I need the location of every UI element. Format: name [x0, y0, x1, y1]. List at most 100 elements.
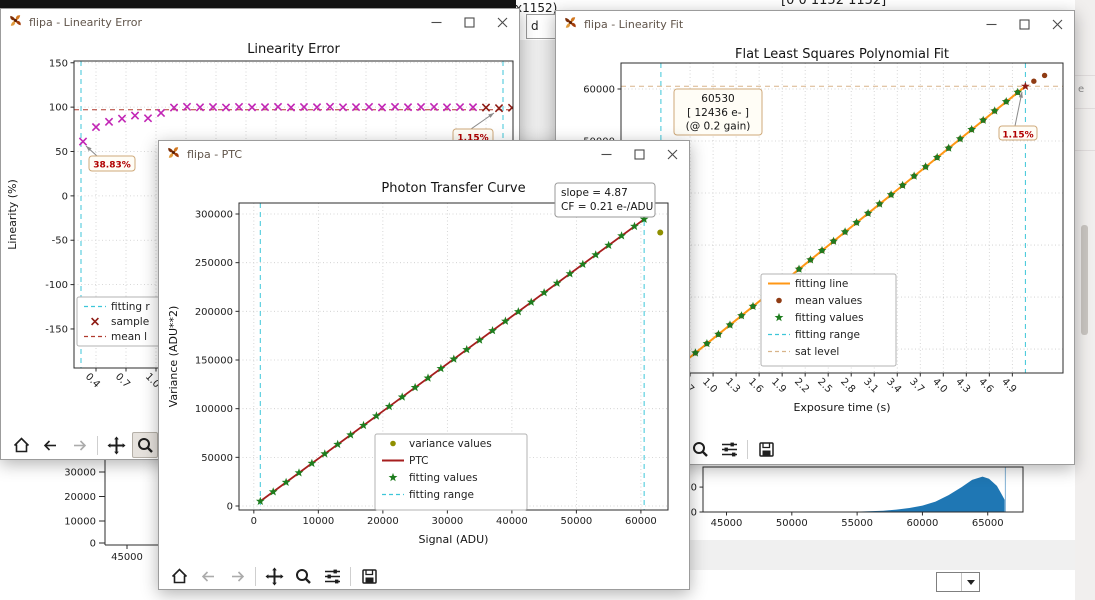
window-title: flipa - Linearity Error: [29, 16, 142, 29]
window-controls: [590, 141, 689, 167]
minimize-button[interactable]: [975, 11, 1008, 37]
minimize-button[interactable]: [420, 9, 453, 35]
svg-text:30000: 30000: [431, 516, 463, 527]
svg-text:fitting range: fitting range: [795, 329, 860, 341]
svg-text:0: 0: [227, 502, 233, 513]
window-ptc: flipa - PTC 0100002000030000400005000060…: [158, 140, 690, 590]
close-button[interactable]: [486, 9, 519, 35]
svg-text:60000: 60000: [625, 516, 657, 527]
svg-text:0: 0: [90, 539, 96, 550]
configure-button[interactable]: [716, 436, 742, 462]
app-icon: [8, 13, 23, 31]
toolbar-separator: [350, 567, 351, 586]
svg-text:4.9: 4.9: [999, 376, 1018, 395]
svg-text:4.6: 4.6: [976, 376, 995, 395]
minimize-button[interactable]: [590, 141, 623, 167]
back-button[interactable]: [195, 563, 221, 589]
svg-text:3.1: 3.1: [861, 376, 880, 395]
svg-text:variance values: variance values: [409, 438, 492, 450]
zoom-button[interactable]: [132, 432, 158, 458]
svg-text:65000: 65000: [972, 518, 1004, 529]
legend: fitting linemean valuesfitting valuesfit…: [761, 274, 896, 366]
svg-text:0: 0: [691, 508, 697, 519]
forward-button[interactable]: [224, 563, 250, 589]
svg-text:(@ 0.2 gain): (@ 0.2 gain): [686, 121, 751, 133]
scrollbar-thumb[interactable]: [1081, 225, 1088, 335]
svg-text:50000: 50000: [560, 516, 592, 527]
svg-text:50000: 50000: [201, 453, 233, 464]
annotation: 38.83%: [86, 146, 135, 171]
maximize-button[interactable]: [453, 9, 486, 35]
desktop: x1152) d [0 0 1152 1152] e 3000020000100…: [0, 0, 1095, 600]
maximize-button[interactable]: [1008, 11, 1041, 37]
forward-button[interactable]: [66, 432, 92, 458]
pan-button[interactable]: [103, 432, 129, 458]
axis-fragment: 300002000010000045000: [64, 452, 162, 563]
window-title: flipa - PTC: [187, 148, 242, 161]
save-button[interactable]: [753, 436, 779, 462]
svg-text:0.4: 0.4: [83, 371, 102, 390]
background-panel-fragment: d: [526, 14, 556, 39]
close-button[interactable]: [656, 141, 689, 167]
background-text-fragment: x1152): [515, 1, 557, 15]
svg-text:slope = 4.87: slope = 4.87: [561, 187, 628, 199]
pan-button[interactable]: [261, 563, 287, 589]
svg-text:2.5: 2.5: [815, 376, 834, 395]
back-button[interactable]: [37, 432, 63, 458]
annotation: 1.15%: [453, 113, 494, 144]
svg-text:100000: 100000: [195, 404, 233, 415]
svg-text:30000: 30000: [64, 468, 96, 479]
svg-text:3.4: 3.4: [884, 376, 903, 395]
svg-text:38.83%: 38.83%: [93, 161, 131, 171]
bottom-white-row: [660, 570, 1075, 600]
svg-text:0: 0: [62, 191, 68, 202]
chart-title: Linearity Error: [247, 42, 340, 57]
svg-text:sample: sample: [111, 316, 149, 328]
svg-text:mean values: mean values: [795, 295, 862, 307]
top-black-strip: [0, 0, 516, 8]
svg-text:250000: 250000: [195, 258, 233, 269]
svg-text:1.15%: 1.15%: [1002, 131, 1033, 141]
titlebar[interactable]: flipa - PTC: [159, 141, 689, 167]
background-histogram-fragment: 300002000010000045000: [0, 452, 162, 570]
zoom-button[interactable]: [290, 563, 316, 589]
home-button[interactable]: [8, 432, 34, 458]
close-button[interactable]: [1041, 11, 1074, 37]
data-series: [857, 467, 1005, 512]
svg-text:1.9: 1.9: [769, 376, 788, 395]
window-controls: [420, 9, 519, 35]
svg-text:[ 12436 e- ]: [ 12436 e- ]: [687, 107, 749, 119]
toolbar-separator: [97, 436, 98, 455]
app-icon: [563, 15, 578, 33]
svg-text:300000: 300000: [195, 209, 233, 220]
svg-text:55000: 55000: [841, 518, 873, 529]
svg-text:45000: 45000: [111, 552, 143, 563]
chart-title: Photon Transfer Curve: [381, 181, 525, 196]
svg-text:sat level: sat level: [795, 346, 839, 358]
svg-text:-100: -100: [45, 280, 68, 291]
background-text-fragment-2: d: [531, 19, 539, 33]
svg-text:fitting values: fitting values: [409, 472, 478, 484]
svg-text:fitting values: fitting values: [795, 312, 864, 324]
svg-text:1.3: 1.3: [723, 376, 742, 395]
plot-toolbar: [159, 563, 689, 589]
titlebar[interactable]: flipa - Linearity Fit: [556, 11, 1074, 37]
save-button[interactable]: [356, 563, 382, 589]
y-axis-label: Variance (ADU**2): [167, 306, 180, 408]
panel-text-fragment: e: [1078, 84, 1084, 95]
home-button[interactable]: [166, 563, 192, 589]
panel-separator: [1075, 150, 1095, 151]
dropdown-button[interactable]: [936, 572, 980, 592]
panel-separator: [1075, 108, 1095, 109]
svg-text:-50: -50: [52, 236, 68, 247]
svg-text:0: 0: [691, 483, 697, 494]
chart-title: Flat Least Squares Polynomial Fit: [735, 47, 949, 62]
app-icon: [166, 145, 181, 163]
maximize-button[interactable]: [623, 141, 656, 167]
svg-text:40000: 40000: [496, 516, 528, 527]
svg-text:fitting r: fitting r: [111, 301, 150, 313]
configure-button[interactable]: [319, 563, 345, 589]
annotation: 60530[ 12436 e- ](@ 0.2 gain): [674, 89, 762, 135]
titlebar[interactable]: flipa - Linearity Error: [1, 9, 519, 35]
svg-text:60000: 60000: [907, 518, 939, 529]
